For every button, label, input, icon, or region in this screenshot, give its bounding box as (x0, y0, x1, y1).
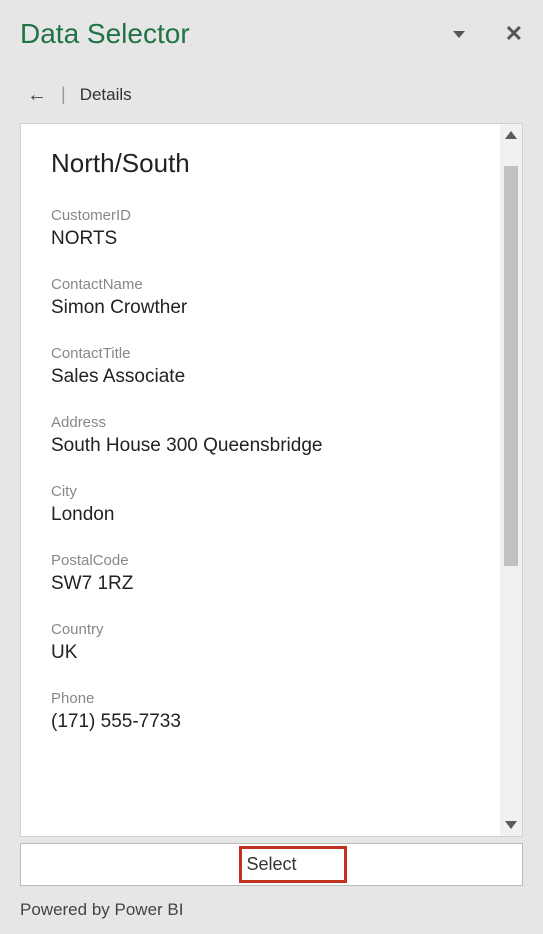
field-label: City (51, 483, 492, 500)
data-selector-panel: Data Selector ✕ ← | Details North/South … (0, 0, 543, 934)
record-title: North/South (51, 148, 492, 179)
field-label: Address (51, 414, 492, 431)
breadcrumb-label: Details (80, 85, 132, 105)
field-label: PostalCode (51, 552, 492, 569)
back-arrow-icon[interactable]: ← (27, 85, 47, 105)
field-value: SW7 1RZ (51, 573, 492, 595)
panel-title: Data Selector (20, 18, 190, 50)
select-button[interactable]: Select (20, 843, 523, 886)
field-phone: Phone (171) 555-7733 (51, 690, 492, 733)
field-value: London (51, 504, 492, 526)
details-box: North/South CustomerID NORTS ContactName… (20, 123, 523, 837)
field-value: NORTS (51, 228, 492, 250)
field-label: ContactTitle (51, 345, 492, 362)
field-label: Country (51, 621, 492, 638)
breadcrumb: ← | Details (0, 60, 543, 123)
field-label: ContactName (51, 276, 492, 293)
panel-menu-dropdown-icon[interactable] (453, 31, 465, 38)
header-controls: ✕ (453, 23, 523, 45)
scroll-down-icon[interactable] (500, 814, 522, 836)
field-value: Simon Crowther (51, 297, 492, 319)
field-city: City London (51, 483, 492, 526)
field-contacttitle: ContactTitle Sales Associate (51, 345, 492, 388)
field-label: Phone (51, 690, 492, 707)
field-address: Address South House 300 Queensbridge (51, 414, 492, 457)
field-value: (171) 555-7733 (51, 711, 492, 733)
field-value: Sales Associate (51, 366, 492, 388)
panel-header: Data Selector ✕ (0, 0, 543, 60)
content-wrapper: North/South CustomerID NORTS ContactName… (0, 123, 543, 890)
footer-text: Powered by Power BI (0, 890, 543, 934)
scroll-up-icon[interactable] (500, 124, 522, 146)
field-value: South House 300 Queensbridge (51, 435, 492, 457)
field-customerid: CustomerID NORTS (51, 207, 492, 250)
scrollbar[interactable] (500, 124, 522, 836)
details-scroll: North/South CustomerID NORTS ContactName… (21, 124, 522, 836)
scroll-thumb[interactable] (504, 166, 518, 566)
field-postalcode: PostalCode SW7 1RZ (51, 552, 492, 595)
breadcrumb-separator: | (61, 84, 66, 105)
close-icon[interactable]: ✕ (505, 23, 523, 45)
field-label: CustomerID (51, 207, 492, 224)
field-value: UK (51, 642, 492, 664)
select-button-wrap: Select (20, 837, 523, 890)
field-country: Country UK (51, 621, 492, 664)
field-contactname: ContactName Simon Crowther (51, 276, 492, 319)
select-button-label: Select (246, 854, 296, 874)
